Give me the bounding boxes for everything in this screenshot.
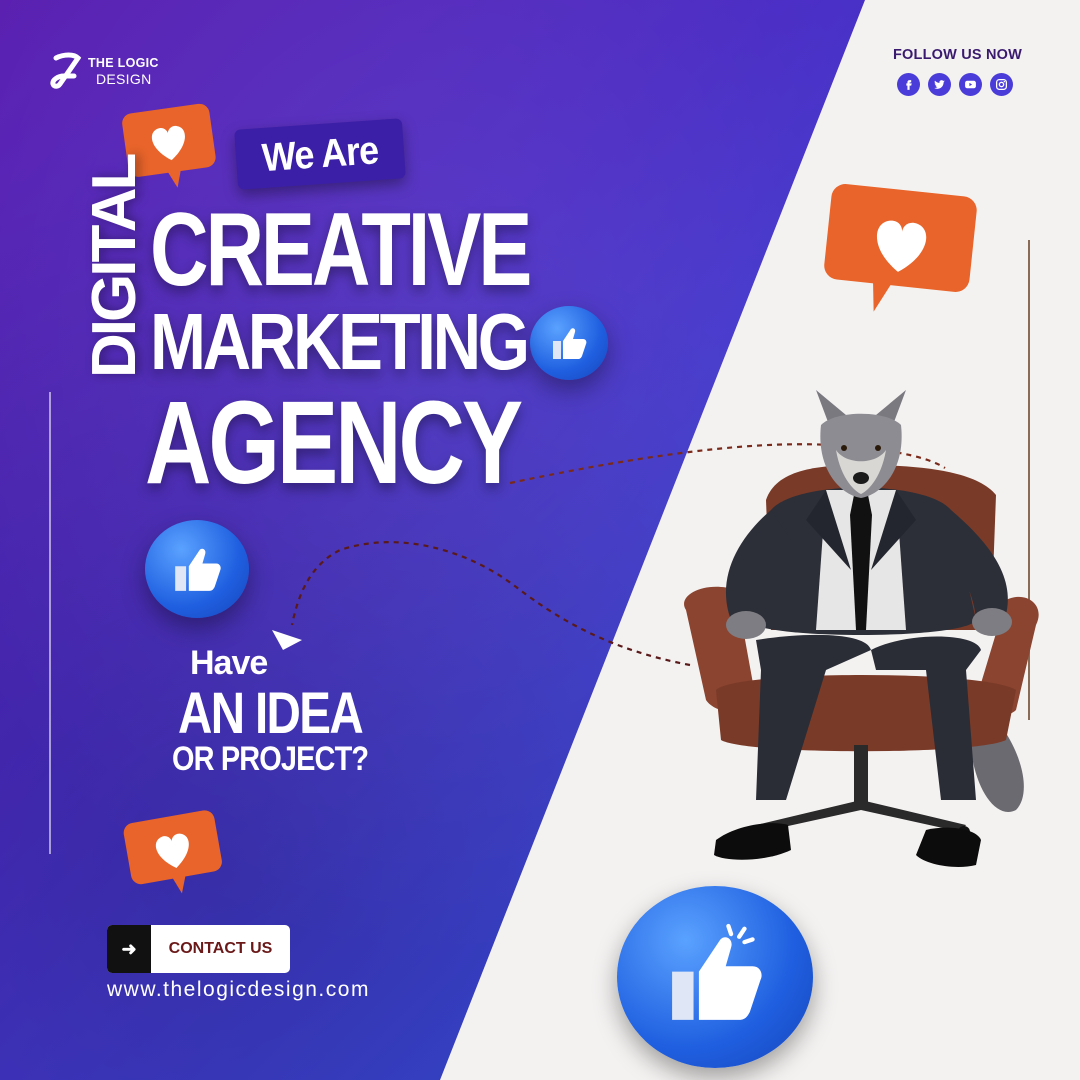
- arrow-right-icon: ➜: [107, 925, 151, 973]
- contact-us-label: CONTACT US: [168, 940, 273, 957]
- pointer-arrow-icon: [272, 630, 302, 650]
- thumbs-up-icon: [530, 306, 608, 380]
- we-are-tag: We Are: [234, 118, 406, 190]
- contact-us-button[interactable]: ➜ CONTACT US: [107, 925, 290, 973]
- thumbs-up-icon: [617, 886, 813, 1068]
- heart-reaction-icon: [824, 183, 977, 312]
- website-url[interactable]: www.thelogicdesign.com: [107, 978, 370, 1002]
- thumbs-up-icon: [145, 520, 249, 618]
- question-line1: Have: [190, 644, 268, 682]
- headline-creative: CREATIVE: [150, 192, 532, 308]
- digital-vertical-text: DIGITAL: [80, 155, 149, 378]
- wolf-businessman-illustration: [684, 390, 1039, 867]
- heart-reaction-icon: [123, 810, 222, 894]
- question-line2: AN IDEA: [178, 681, 364, 746]
- headline-marketing: MARKETING: [150, 297, 530, 386]
- question-line3: OR PROJECT?: [172, 740, 369, 778]
- headline-agency: AGENCY: [145, 377, 523, 509]
- we-are-label: We Are: [260, 126, 380, 180]
